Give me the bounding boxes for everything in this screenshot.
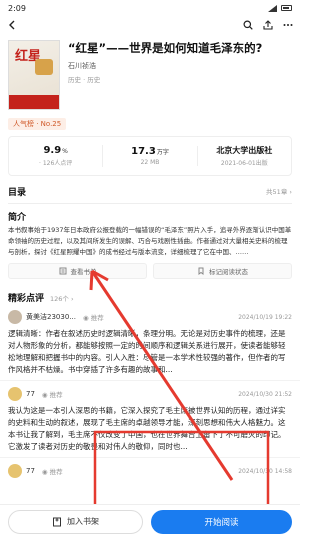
intro-header: 简介 [0, 207, 300, 225]
nav-bar [0, 16, 300, 34]
reviewer: 黄美洁23030... ◉ 推荐 [8, 310, 104, 324]
signal-icon [268, 4, 277, 12]
rating-sub: · 126人点评 [39, 160, 73, 167]
stats-panel: 9.9% · 126人点评 17.3万字 22 MB 北京大学出版社 2021-… [8, 136, 292, 176]
toc-label: 目录 [8, 187, 27, 198]
review-text: 我认为这是一本引人深思的书籍，它深入探究了毛主席被世界认知的历程，通过详实的史料… [8, 406, 286, 451]
view-booklist-button[interactable]: 查看书单 [8, 263, 147, 279]
review-text: 逻辑清晰：作者在叙述历史时逻辑清晰，条理分明。无论是对历史事件的梳理，还是对人物… [8, 329, 286, 374]
review-item[interactable]: 77 ◉ 推荐 2024/10/30 21:52 我认为这是一本引人深思的书籍，… [0, 381, 300, 458]
avatar[interactable] [8, 464, 22, 478]
status-icons [268, 4, 292, 12]
filesize: 22 MB [140, 159, 160, 166]
reviewer: 77 ◉ 推荐 [8, 464, 63, 478]
reviews-label: 精彩点评 [8, 294, 45, 304]
more-icon[interactable] [283, 20, 293, 30]
shelf-icon [53, 517, 61, 526]
reviews-count[interactable]: 126个 › [50, 293, 74, 303]
toc-row[interactable]: 目录 共51章 › [0, 182, 300, 200]
reviewer: 77 ◉ 推荐 [8, 387, 63, 401]
avatar[interactable] [8, 387, 22, 401]
add-to-shelf-button[interactable]: 加入书架 [8, 509, 143, 534]
reviewer-name: 黄美洁23030... [26, 313, 76, 321]
review-date: 2024/10/30 21:52 [238, 390, 292, 398]
booklist-icon [59, 267, 66, 275]
intro-text[interactable]: 本书叙事始于1937年日本政府公报登载的一幅错误的“毛泽东”照片入手，追寻外界逐… [0, 225, 300, 258]
publish-date: 2021-06-01出版 [220, 160, 268, 167]
rating-value: 9.9 [43, 145, 62, 156]
mark-status-button[interactable]: 标记阅读状态 [153, 263, 292, 279]
review-item[interactable]: 77 ◉ 推荐 2024/10/30 14:58 [0, 458, 300, 482]
start-reading-button[interactable]: 开始阅读 [151, 509, 292, 534]
cover-art [35, 59, 53, 75]
add-to-shelf-label: 加入书架 [67, 517, 99, 526]
intro-label: 简介 [8, 212, 27, 223]
stat-publisher[interactable]: 北京大学出版社 2021-06-01出版 [198, 145, 291, 167]
wordcount-value: 17.3 [131, 146, 156, 157]
book-title: “红星”——世界是如何知道毛泽东的? [68, 41, 263, 55]
book-author[interactable]: 石川祯浩 [68, 61, 292, 71]
battery-icon [281, 5, 292, 11]
recommend-badge: ◉ 推荐 [41, 391, 63, 399]
book-cover[interactable]: 红星 [8, 40, 60, 110]
reviews-header: 精彩点评 126个 › [0, 291, 300, 304]
search-icon[interactable] [243, 20, 253, 30]
back-arrow-icon[interactable] [7, 20, 17, 30]
share-icon[interactable] [263, 20, 273, 30]
mark-status-label: 标记阅读状态 [209, 268, 248, 276]
recommend-badge: ◉ 推荐 [82, 314, 104, 322]
stat-wordcount: 17.3万字 22 MB [103, 146, 198, 166]
bottom-bar: 加入书架 开始阅读 [0, 504, 300, 538]
stat-rating: 9.9% · 126人点评 [9, 145, 104, 167]
rating-unit: % [62, 148, 68, 155]
reviewer-name: 77 [26, 390, 35, 398]
reviewer-name: 77 [26, 467, 35, 475]
book-header: 红星 “红星”——世界是如何知道毛泽东的? 石川祯浩 历史 · 历史 [0, 34, 300, 110]
divider [8, 203, 292, 204]
view-booklist-label: 查看书单 [70, 268, 97, 276]
book-tags: 历史 · 历史 [68, 76, 101, 84]
review-date: 2024/10/19 19:22 [238, 313, 292, 321]
review-date: 2024/10/30 14:58 [238, 467, 292, 475]
rank-badge[interactable]: 人气榜 · No.25 [8, 118, 67, 130]
action-row: 查看书单 标记阅读状态 [8, 263, 292, 279]
wordcount-unit: 万字 [156, 149, 169, 156]
toc-count: 共51章 › [266, 188, 292, 196]
recommend-badge: ◉ 推荐 [41, 468, 63, 476]
bookmark-icon [198, 267, 204, 275]
publisher-name: 北京大学出版社 [216, 146, 273, 155]
cover-bar [9, 95, 59, 109]
status-time: 2:09 [8, 3, 26, 13]
book-info: “红星”——世界是如何知道毛泽东的? 石川祯浩 历史 · 历史 [60, 40, 292, 110]
avatar[interactable] [8, 310, 22, 324]
review-item[interactable]: 黄美洁23030... ◉ 推荐 2024/10/19 19:22 逻辑清晰：作… [0, 304, 300, 381]
status-bar: 2:09 [0, 0, 300, 16]
